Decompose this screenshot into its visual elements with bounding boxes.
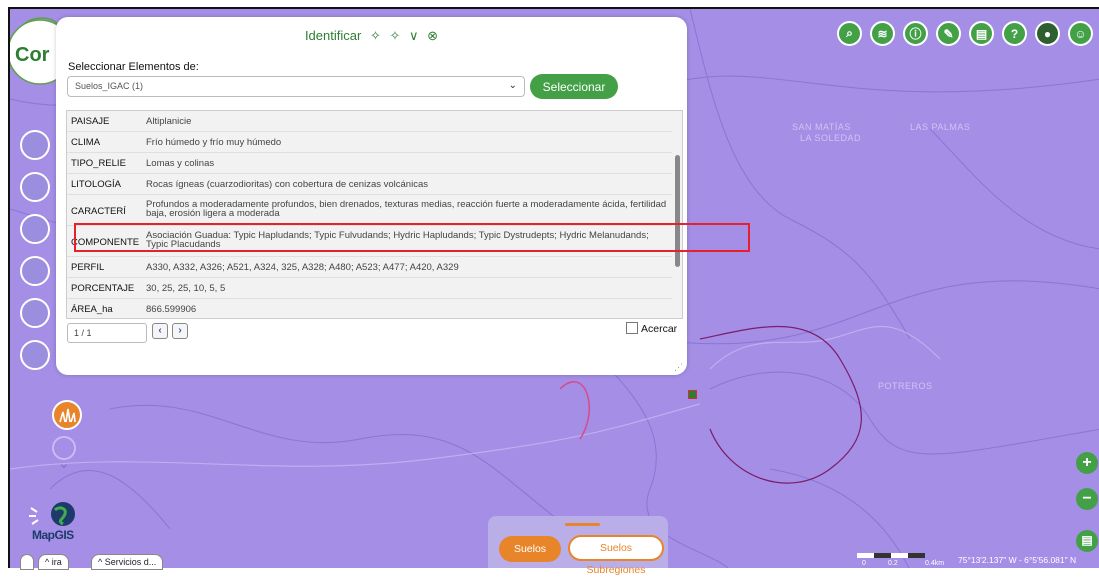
zoom-checkbox[interactable]: Acercar bbox=[626, 322, 677, 335]
layers-icon[interactable]: ≋ bbox=[870, 21, 895, 46]
grass-icon bbox=[59, 408, 76, 423]
mapgis-label: MapGIS bbox=[32, 528, 74, 542]
side-tool-4[interactable] bbox=[20, 256, 50, 286]
select-chevron-icon: ⌄ bbox=[508, 80, 517, 91]
attr-key: PERFIL bbox=[71, 262, 105, 273]
identify-dialog: Identificar ✧ ✧ ∨ ⊗ Seleccionar Elemento… bbox=[56, 17, 687, 375]
attr-key: LITOLOGÍA bbox=[71, 179, 121, 190]
zoom-out-button[interactable]: − bbox=[1076, 488, 1098, 510]
page-input[interactable]: 1 / 1 bbox=[67, 323, 147, 343]
scale-bar bbox=[857, 553, 925, 558]
side-tool-5[interactable] bbox=[20, 298, 50, 328]
unpin-icon[interactable]: ✧ bbox=[389, 28, 400, 43]
chevron-down-icon[interactable]: ⌄ bbox=[58, 455, 70, 472]
logo-text: Cor bbox=[15, 44, 50, 66]
side-tool-3[interactable] bbox=[20, 214, 50, 244]
table-row: TIPO_RELIE Lomas y colinas bbox=[67, 153, 672, 174]
attr-value: Lomas y colinas bbox=[146, 158, 215, 169]
pin-icon[interactable]: ✧ bbox=[370, 28, 381, 43]
attr-value: A330, A332, A326; A521, A324, 325, A328;… bbox=[146, 262, 459, 273]
info-icon[interactable]: ⓘ bbox=[903, 21, 928, 46]
scale-label-04: 0.4km bbox=[925, 560, 945, 567]
search-icon[interactable]: ⌕ bbox=[837, 21, 862, 46]
side-tool-2[interactable] bbox=[20, 172, 50, 202]
table-row: ÁREA_ha 866.599906 bbox=[67, 299, 672, 318]
map-label-la-soledad: LA SOLEDAD bbox=[800, 133, 862, 143]
layers-list-button[interactable]: ▤ bbox=[1076, 530, 1098, 552]
tab-suelos-subregiones[interactable]: Suelos Subregiones bbox=[568, 535, 664, 576]
attr-key: PAISAJE bbox=[71, 116, 110, 127]
side-tool-1[interactable] bbox=[20, 130, 50, 160]
table-row: PAISAJE Altiplanicie bbox=[67, 111, 672, 132]
layer-select[interactable]: Suelos_IGAC (1) ⌄ bbox=[67, 76, 525, 97]
scale-label-0: 0 bbox=[862, 560, 866, 567]
grass-layer-button[interactable] bbox=[52, 400, 82, 430]
map-label-las-palmas: LAS PALMAS bbox=[910, 122, 971, 132]
prev-page-button[interactable]: ‹ bbox=[152, 323, 168, 339]
map-feature-marker[interactable] bbox=[688, 390, 697, 399]
scale-label-02: 0.2 bbox=[888, 560, 898, 567]
map-label-potreros: POTREROS bbox=[878, 381, 933, 391]
user-photo-icon[interactable]: ● bbox=[1035, 21, 1060, 46]
table-row: CARACTERÍ Profundos a moderadamente prof… bbox=[67, 195, 672, 226]
attr-key: CARACTERÍ bbox=[71, 206, 126, 217]
zoom-in-button[interactable]: + bbox=[1076, 452, 1098, 474]
zoom-checkbox-label: Acercar bbox=[641, 323, 678, 335]
attr-key: CLIMA bbox=[71, 137, 101, 148]
attr-key: TIPO_RELIE bbox=[71, 158, 126, 169]
coordinates-readout: 75°13'2.137" W - 6°5'56.081" N bbox=[958, 555, 1077, 565]
collapse-chevron-icon[interactable]: ∨ bbox=[409, 28, 419, 43]
attr-value: Profundos a moderadamente profundos, bie… bbox=[146, 199, 667, 219]
highlight-rectangle bbox=[74, 223, 750, 252]
attr-value: Frío húmedo y frío muy húmedo bbox=[146, 137, 282, 148]
layer-tabs: Suelos Suelos Subregiones bbox=[488, 516, 668, 576]
map-label-san-matias: SAN MATÍAS bbox=[792, 122, 851, 132]
dialog-title: Identificar bbox=[304, 28, 362, 44]
select-label: Seleccionar Elementos de: bbox=[68, 61, 199, 73]
table-row: PERFIL A330, A332, A326; A521, A324, 325… bbox=[67, 257, 672, 278]
attr-value: Rocas ígneas (cuarzodioritas) con cobert… bbox=[146, 179, 428, 190]
attr-key: ÁREA_ha bbox=[71, 304, 113, 315]
attr-value: Altiplanicie bbox=[146, 116, 192, 127]
next-page-button[interactable]: › bbox=[172, 323, 188, 339]
attributes-table[interactable]: PAISAJE Altiplanicie CLIMA Frío húmedo y… bbox=[66, 110, 683, 319]
dialog-header: Identificar ✧ ✧ ∨ ⊗ bbox=[56, 27, 687, 44]
checkbox-box[interactable] bbox=[626, 322, 638, 334]
account-icon[interactable]: ☺ bbox=[1068, 21, 1093, 46]
help-icon[interactable]: ? bbox=[1002, 21, 1027, 46]
table-row: LITOLOGÍA Rocas ígneas (cuarzodioritas) … bbox=[67, 174, 672, 195]
attr-value: 866.599906 bbox=[146, 304, 197, 315]
brush-icon[interactable]: ✎ bbox=[936, 21, 961, 46]
table-row: PORCENTAJE 30, 25, 25, 10, 5, 5 bbox=[67, 278, 672, 299]
tab-handle[interactable] bbox=[565, 523, 600, 526]
table-row: CLIMA Frío húmedo y frío muy húmedo bbox=[67, 132, 672, 153]
top-toolbar: ⌕ ≋ ⓘ ✎ ▤ ? ● ☺ bbox=[837, 21, 1093, 46]
layer-select-value: Suelos_IGAC (1) bbox=[75, 81, 144, 91]
attr-key: PORCENTAJE bbox=[71, 283, 135, 294]
select-button[interactable]: Seleccionar bbox=[530, 74, 618, 99]
briefcase-icon[interactable]: ▤ bbox=[969, 21, 994, 46]
tab-suelos[interactable]: Suelos bbox=[499, 536, 561, 562]
attr-value: 30, 25, 25, 10, 5, 5 bbox=[146, 283, 226, 294]
side-tool-6[interactable] bbox=[20, 340, 50, 370]
resize-handle-icon[interactable]: ⋰ bbox=[674, 362, 683, 373]
close-icon[interactable]: ⊗ bbox=[427, 28, 438, 43]
